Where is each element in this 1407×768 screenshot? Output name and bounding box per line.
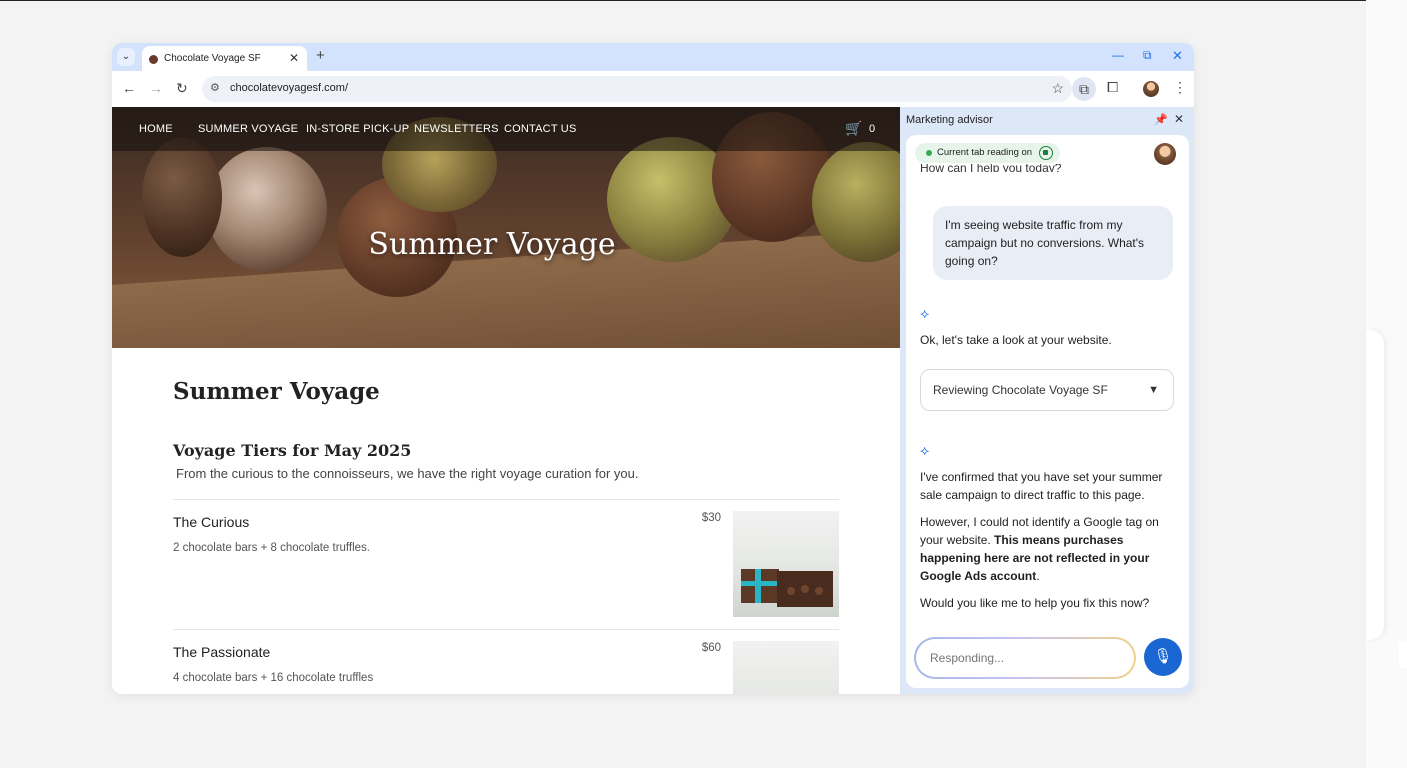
side-panel-title: Marketing advisor xyxy=(906,114,993,126)
gift-ribbon xyxy=(755,569,761,603)
address-bar[interactable]: ⚙ chocolatevoyagesf.com/ ☆ xyxy=(202,76,1072,102)
tab-close-icon[interactable]: ✕ xyxy=(289,51,299,65)
side-panel: Marketing advisor 📌 ✕ How can I help you… xyxy=(900,107,1194,694)
hero-title: Summer Voyage xyxy=(368,227,616,262)
assistant-message: However, I could not identify a Google t… xyxy=(920,513,1178,585)
tab-title: Chocolate Voyage SF xyxy=(164,53,261,64)
tier-price: $30 xyxy=(701,512,721,524)
main-content: Summer Voyage Voyage Tiers for May 2025 … xyxy=(173,378,839,694)
site-nav: HOME SUMMER VOYAGE IN-STORE PICK-UP NEWS… xyxy=(112,107,900,151)
profile-avatar[interactable] xyxy=(1143,81,1159,97)
webpage: HOME SUMMER VOYAGE IN-STORE PICK-UP NEWS… xyxy=(112,107,900,694)
nav-newsletters[interactable]: NEWSLETTERS xyxy=(414,123,499,135)
chevron-down-icon: ▼ xyxy=(1148,384,1159,396)
background-shape xyxy=(1366,330,1384,640)
back-icon[interactable]: ← xyxy=(122,80,136,96)
review-dropdown[interactable]: Reviewing Chocolate Voyage SF ▼ xyxy=(920,369,1174,411)
microphone-icon: 🎙 xyxy=(1153,648,1173,665)
section-title: Voyage Tiers for May 2025 xyxy=(173,441,412,460)
tab-reading-label: Current tab reading on xyxy=(937,147,1033,158)
tab-strip: ⌄ Chocolate Voyage SF ✕ + — ⧉ ✕ xyxy=(112,43,1194,71)
gemini-spark-icon: ⟡ xyxy=(920,442,930,458)
chat-panel: How can I help you today? Current tab re… xyxy=(906,135,1189,688)
tier-description: 4 chocolate bars + 16 chocolate truffles xyxy=(173,672,374,684)
nav-home[interactable]: HOME xyxy=(139,123,173,135)
chat-input[interactable] xyxy=(916,639,1134,677)
hero-banner: HOME SUMMER VOYAGE IN-STORE PICK-UP NEWS… xyxy=(112,107,900,348)
assistant-message: I've confirmed that you have set your su… xyxy=(920,470,1163,502)
truffle-box-image xyxy=(777,571,833,607)
tab-reading-chip[interactable]: Current tab reading on xyxy=(915,143,1061,163)
cart-icon[interactable]: 🛒 xyxy=(845,120,862,137)
assistant-message-punctuation: . xyxy=(1036,569,1040,583)
previous-message-cutoff: How can I help you today? xyxy=(920,164,1062,172)
url-text[interactable]: chocolatevoyagesf.com/ xyxy=(230,82,348,94)
sidepanel-toggle-icon[interactable]: ⧉ xyxy=(1072,77,1096,101)
background-bar xyxy=(1399,642,1407,668)
page-title: Summer Voyage xyxy=(173,378,380,405)
nav-contact-us[interactable]: CONTACT US xyxy=(504,123,577,135)
gift-ribbon xyxy=(741,581,779,586)
user-message: I'm seeing website traffic from my campa… xyxy=(933,206,1173,280)
section-intro: From the curious to the connoisseurs, we… xyxy=(176,466,639,481)
stop-reading-icon[interactable] xyxy=(1039,146,1054,160)
tier-price: $60 xyxy=(701,642,721,654)
assistant-message: Would you like me to help you fix this n… xyxy=(920,596,1150,610)
pin-icon[interactable]: 📌 xyxy=(1154,113,1168,126)
forward-icon[interactable]: → xyxy=(149,80,163,96)
side-panel-close-icon[interactable]: ✕ xyxy=(1174,112,1184,126)
bookmark-star-icon[interactable]: ☆ xyxy=(1051,80,1064,97)
more-menu-icon[interactable]: ⋮ xyxy=(1173,79,1187,96)
review-label: Reviewing Chocolate Voyage SF xyxy=(933,383,1108,397)
assistant-message: Ok, let's take a look at your website. xyxy=(920,333,1112,347)
tier-name: The Passionate xyxy=(173,644,271,660)
reload-icon[interactable]: ↻ xyxy=(176,80,188,97)
restore-icon[interactable]: ⧉ xyxy=(1143,48,1152,63)
close-window-icon[interactable]: ✕ xyxy=(1172,48,1183,64)
microphone-button[interactable]: 🎙 xyxy=(1144,638,1182,676)
minimize-icon[interactable]: — xyxy=(1112,48,1124,62)
chat-input-wrapper xyxy=(914,637,1136,679)
extensions-icon[interactable]: ⧠ xyxy=(1107,79,1118,96)
user-avatar xyxy=(1154,143,1176,165)
tier-description: 2 chocolate bars + 8 chocolate truffles. xyxy=(173,542,371,554)
tier-product-image xyxy=(733,641,839,694)
tier-item[interactable]: The Passionate 4 chocolate bars + 16 cho… xyxy=(173,629,839,694)
site-info-icon[interactable]: ⚙ xyxy=(210,81,220,94)
tier-name: The Curious xyxy=(173,514,250,530)
background-decoration xyxy=(1366,0,1407,768)
nav-summer-voyage[interactable]: SUMMER VOYAGE xyxy=(198,123,298,135)
site-favicon-icon xyxy=(149,55,158,64)
status-dot-icon xyxy=(926,150,932,156)
browser-window: ⌄ Chocolate Voyage SF ✕ + — ⧉ ✕ ← → ↻ ⚙ … xyxy=(112,43,1194,694)
top-edge-line xyxy=(0,0,1366,1)
new-tab-button[interactable]: + xyxy=(316,47,325,64)
browser-toolbar: ← → ↻ ⚙ chocolatevoyagesf.com/ ☆ ⧉ ⧠ ⋮ xyxy=(112,71,1194,107)
tier-product-image xyxy=(733,511,839,617)
gemini-spark-icon: ⟡ xyxy=(920,305,930,321)
nav-in-store-pickup[interactable]: IN-STORE PICK-UP xyxy=(306,123,409,135)
tab-search-button[interactable]: ⌄ xyxy=(117,48,135,66)
tier-item[interactable]: The Curious 2 chocolate bars + 8 chocola… xyxy=(173,499,839,629)
cart-count: 0 xyxy=(869,123,876,135)
tab-active[interactable]: Chocolate Voyage SF ✕ xyxy=(142,46,307,71)
